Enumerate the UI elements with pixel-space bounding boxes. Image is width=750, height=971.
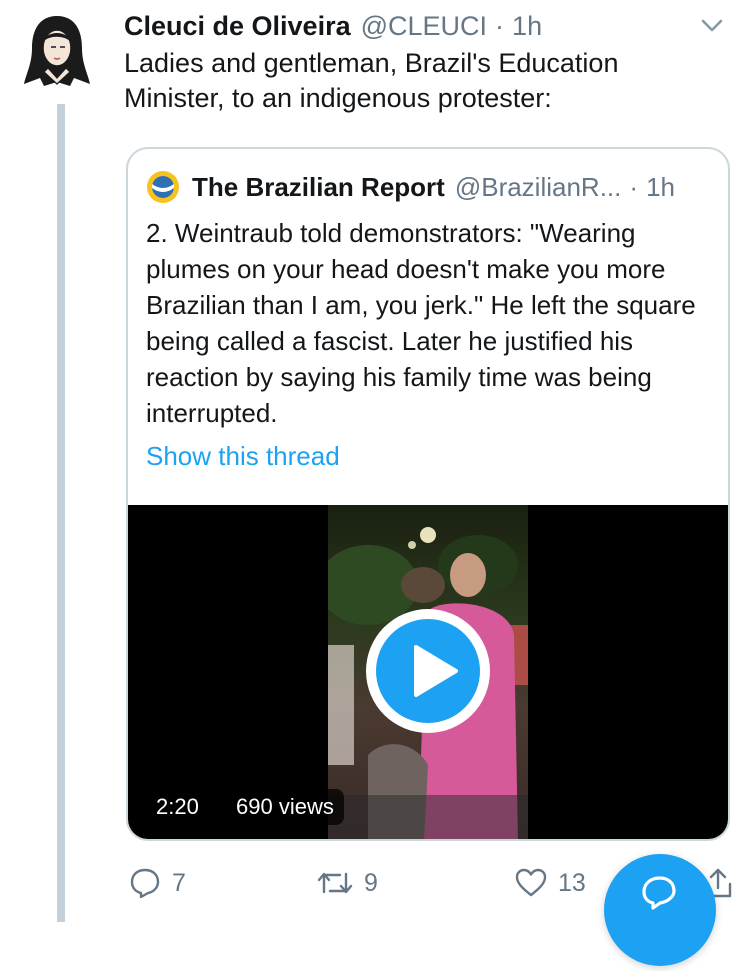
compose-icon xyxy=(642,876,676,910)
quoted-header-separator: · xyxy=(629,171,639,202)
author-avatar[interactable] xyxy=(20,12,94,90)
retweet-icon xyxy=(317,872,353,894)
heart-icon xyxy=(515,868,547,897)
video-duration-badge: 2:20 xyxy=(146,789,209,825)
quoted-tweet-text: 2. Weintraub told demonstrators: "Wearin… xyxy=(146,218,696,428)
show-thread-link[interactable]: Show this thread xyxy=(146,441,340,472)
thread-connector-line xyxy=(57,104,65,922)
retweet-button[interactable]: 9 xyxy=(316,866,378,900)
quoted-tweet-time[interactable]: 1h xyxy=(646,172,675,203)
retweet-count: 9 xyxy=(364,868,378,897)
reply-count: 7 xyxy=(172,868,186,897)
tweet-header: Cleuci de Oliveira @CLEUCI · 1h xyxy=(124,8,726,44)
compose-fab-button[interactable] xyxy=(604,854,716,966)
play-icon xyxy=(366,609,490,733)
avatar-portrait-icon xyxy=(24,16,90,86)
chevron-down-icon[interactable] xyxy=(698,12,726,40)
author-handle[interactable]: @CLEUCI xyxy=(361,11,487,42)
like-button[interactable]: 13 xyxy=(514,866,586,900)
header-separator: · xyxy=(495,10,505,41)
like-count: 13 xyxy=(558,868,586,897)
quoted-author-handle[interactable]: @BrazilianR... xyxy=(455,172,622,203)
tweet-time[interactable]: 1h xyxy=(512,11,542,42)
quoted-tweet-header: The Brazilian Report @BrazilianR... · 1h xyxy=(146,167,712,207)
video-player[interactable]: 2:20 690 views xyxy=(128,505,728,839)
reply-button[interactable]: 7 xyxy=(128,866,186,900)
quoted-tweet-card[interactable]: The Brazilian Report @BrazilianR... · 1h… xyxy=(126,147,730,841)
brazilian-report-logo-icon xyxy=(146,170,180,204)
play-button[interactable] xyxy=(364,607,492,735)
reply-icon xyxy=(130,868,160,899)
quoted-author-name[interactable]: The Brazilian Report xyxy=(192,172,445,203)
tweet-text: Ladies and gentleman, Brazil's Education… xyxy=(124,48,619,113)
video-views-badge: 690 views xyxy=(226,789,344,825)
author-name[interactable]: Cleuci de Oliveira xyxy=(124,11,351,42)
